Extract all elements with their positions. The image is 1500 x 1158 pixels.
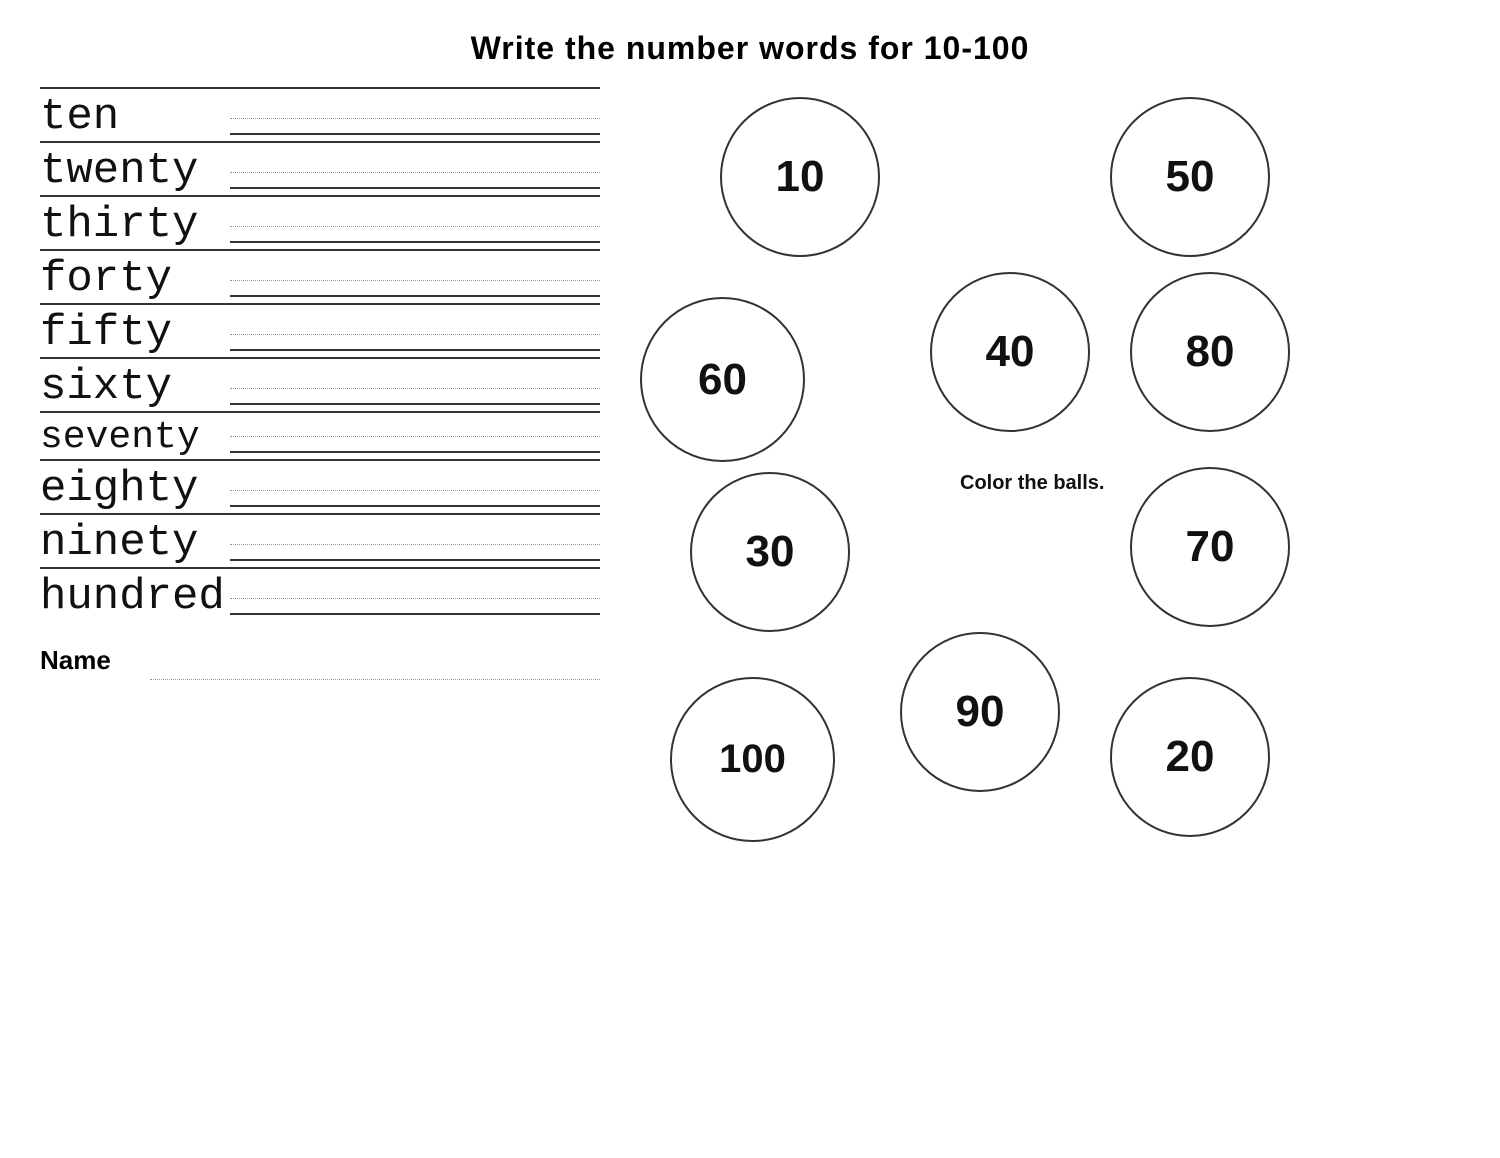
ball-30: 30 [690,472,850,632]
solid-line [230,133,600,135]
dotted-line [230,544,600,545]
writing-lines-seventy [230,436,600,457]
color-instruction: Color the balls. [960,472,1104,495]
writing-lines-ten [230,118,600,139]
solid-line [230,241,600,243]
writing-lines-hundred [230,598,600,619]
solid-line [230,559,600,561]
name-line [150,679,600,680]
word-entry-ninety: ninety [40,513,600,565]
ball-100-value: 100 [719,737,786,782]
ball-70: 70 [1130,467,1290,627]
writing-lines-thirty [230,226,600,247]
word-entry-eighty: eighty [40,459,600,511]
name-row: Name [40,635,600,680]
solid-line [230,403,600,405]
ball-40-value: 40 [986,327,1035,377]
word-entry-forty: forty [40,249,600,301]
word-label-ninety: ninety [40,521,230,565]
writing-lines-sixty [230,388,600,409]
writing-lines-twenty [230,172,600,193]
dotted-line [230,436,600,437]
solid-line [230,613,600,615]
ball-60-value: 60 [698,355,747,405]
ball-40: 40 [930,272,1090,432]
page-title: Write the number words for 10-100 [40,30,1460,67]
word-label-fifty: fifty [40,311,230,355]
solid-line [230,187,600,189]
solid-line [230,505,600,507]
ball-80-value: 80 [1186,327,1235,377]
word-label-thirty: thirty [40,203,230,247]
ball-10-value: 10 [776,152,825,202]
ball-90: 90 [900,632,1060,792]
ball-80: 80 [1130,272,1290,432]
word-label-sixty: sixty [40,365,230,409]
right-section: 10 50 60 40 80 Color [620,87,1460,1105]
word-label-seventy: seventy [40,419,230,457]
word-entry-hundred: hundred [40,567,600,619]
solid-line [230,349,600,351]
worksheet-page: Write the number words for 10-100 ten [0,0,1500,1158]
solid-line [230,295,600,297]
dotted-line [230,118,600,119]
balls-container: 10 50 60 40 80 Color [620,87,1460,867]
ball-50-value: 50 [1166,152,1215,202]
dotted-line [230,490,600,491]
dotted-line [230,280,600,281]
content-area: ten twenty [40,87,1460,1105]
name-label: Name [40,645,150,680]
word-label-eighty: eighty [40,467,230,511]
dotted-line [230,172,600,173]
writing-lines-ninety [230,544,600,565]
ball-70-value: 70 [1186,522,1235,572]
word-entry-twenty: twenty [40,141,600,193]
word-label-ten: ten [40,95,230,139]
word-entry-seventy: seventy [40,411,600,457]
ball-30-value: 30 [746,527,795,577]
writing-lines-eighty [230,490,600,511]
word-entry-sixty: sixty [40,357,600,409]
ball-60: 60 [640,297,805,462]
dotted-line [230,334,600,335]
ball-10: 10 [720,97,880,257]
dotted-line [230,388,600,389]
left-section: ten twenty [40,87,620,1105]
word-label-hundred: hundred [40,575,230,619]
ball-20-value: 20 [1166,732,1215,782]
solid-line [230,451,600,453]
word-entry-ten: ten [40,87,600,139]
dotted-line [230,226,600,227]
writing-lines-fifty [230,334,600,355]
word-entry-fifty: fifty [40,303,600,355]
word-label-twenty: twenty [40,149,230,193]
writing-lines-forty [230,280,600,301]
dotted-line [230,598,600,599]
ball-50: 50 [1110,97,1270,257]
ball-20: 20 [1110,677,1270,837]
ball-100: 100 [670,677,835,842]
word-entry-thirty: thirty [40,195,600,247]
ball-90-value: 90 [956,687,1005,737]
word-label-forty: forty [40,257,230,301]
